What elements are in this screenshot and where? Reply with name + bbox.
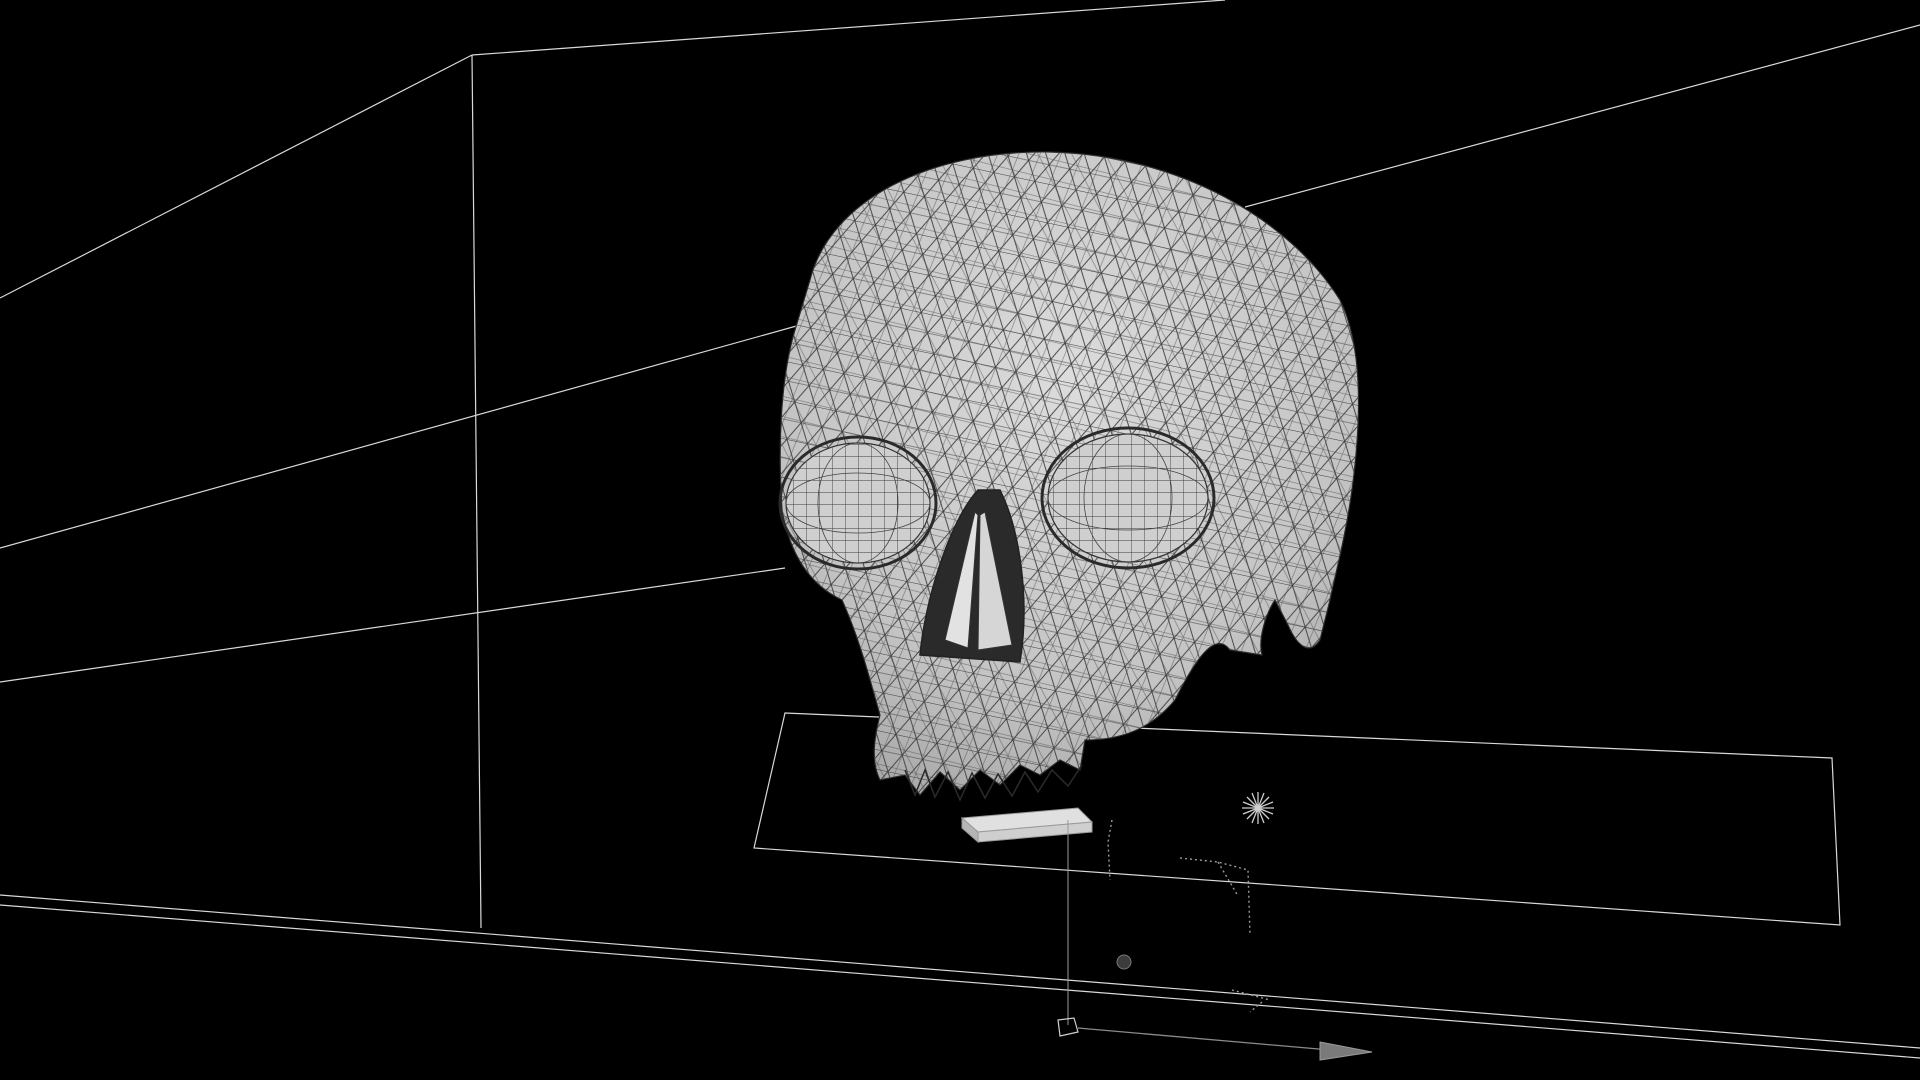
3d-viewport[interactable] (0, 0, 1920, 1080)
cube-edge-top-left (0, 54, 473, 299)
left-eye-sphere[interactable] (785, 442, 931, 564)
cube-edge-mid (0, 324, 801, 549)
point-light[interactable] (1242, 792, 1274, 824)
cube-edge-lower (0, 567, 786, 683)
camera-target[interactable] (1116, 954, 1132, 970)
chin-block[interactable] (960, 807, 1094, 844)
target-dot-icon (1116, 954, 1132, 970)
move-arrow-icon[interactable] (1319, 1041, 1373, 1061)
frustum-line-5 (1249, 1001, 1263, 1013)
cube-edge-top (471, 0, 1226, 56)
right-eye-sphere[interactable] (1047, 433, 1209, 563)
cube-edge-floor (0, 894, 1920, 1049)
camera-frustum[interactable] (1107, 819, 1271, 1013)
frustum-line-1 (1107, 819, 1113, 881)
gizmo-x-axis (1077, 1027, 1331, 1051)
transform-gizmo[interactable] (1057, 820, 1373, 1061)
frustum-line-2 (1179, 857, 1251, 936)
scene-canvas[interactable] (0, 0, 1920, 1080)
cube-edge-vertical (471, 54, 482, 929)
cube-edge-mid-right (1244, 24, 1920, 208)
skull-mesh[interactable] (760, 140, 1380, 810)
cube-edge-floor-2 (0, 904, 1920, 1059)
star-light-icon (1242, 792, 1274, 824)
